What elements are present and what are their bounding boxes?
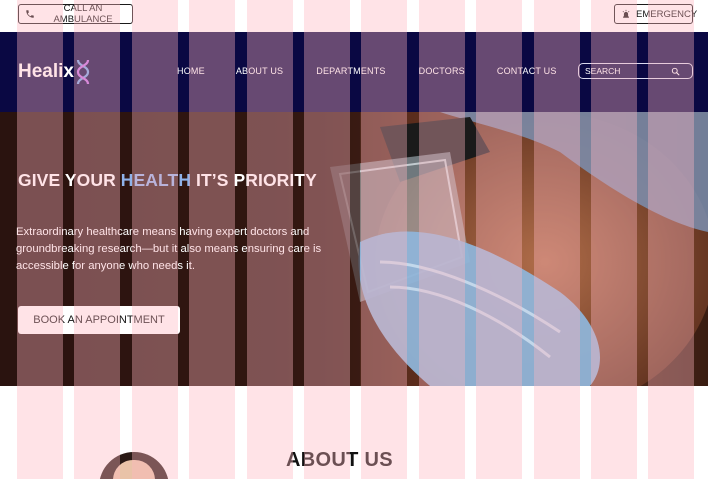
dna-icon	[76, 59, 90, 85]
top-utility-bar: CALL AN AMBULANCE EMERGENCY	[0, 0, 708, 32]
nav-links: HOME ABOUT US DEPARTMENTS DOCTORS CONTAC…	[177, 66, 557, 76]
nav-link-contact-us[interactable]: CONTACT US	[497, 66, 557, 76]
search-icon[interactable]	[671, 67, 680, 76]
call-ambulance-button[interactable]: CALL AN AMBULANCE	[18, 3, 133, 25]
hero-section: GIVE YOUR HEALTH IT’S PRIORITY Extraordi…	[0, 112, 708, 386]
search-input[interactable]	[585, 66, 671, 76]
search-box	[578, 63, 693, 79]
nav-link-departments[interactable]: DEPARTMENTS	[316, 66, 385, 76]
nav-link-doctors[interactable]: DOCTORS	[419, 66, 465, 76]
emergency-label: EMERGENCY	[636, 8, 698, 20]
call-ambulance-label: CALL AN AMBULANCE	[53, 3, 113, 25]
hero-title-accent: HEALTH	[120, 170, 192, 190]
about-doctor-photo	[99, 452, 169, 479]
siren-icon	[621, 9, 631, 19]
hero-description: Extraordinary healthcare means having ex…	[16, 226, 322, 272]
nav-link-about-us[interactable]: ABOUT US	[236, 66, 283, 76]
emergency-button[interactable]: EMERGENCY	[614, 4, 697, 24]
logo[interactable]: Healix	[18, 59, 90, 85]
hero-title-end: IT’S PRIORITY	[191, 170, 317, 190]
hero-title: GIVE YOUR HEALTH IT’S PRIORITY	[18, 170, 317, 191]
logo-text: Healix	[18, 61, 74, 82]
about-section-title: ABOUT US	[286, 449, 393, 471]
doctor-face	[113, 460, 155, 479]
page: CALL AN AMBULANCE EMERGENCY Healix HOME …	[0, 0, 708, 479]
hero-title-start: GIVE YOUR	[18, 170, 121, 190]
main-navbar: Healix HOME ABOUT US DEPARTMENTS DOCTORS…	[0, 32, 708, 112]
phone-icon	[25, 9, 35, 19]
nav-link-home[interactable]: HOME	[177, 66, 205, 76]
book-appointment-button[interactable]: BOOK AN APPOINTMENT	[18, 306, 180, 334]
